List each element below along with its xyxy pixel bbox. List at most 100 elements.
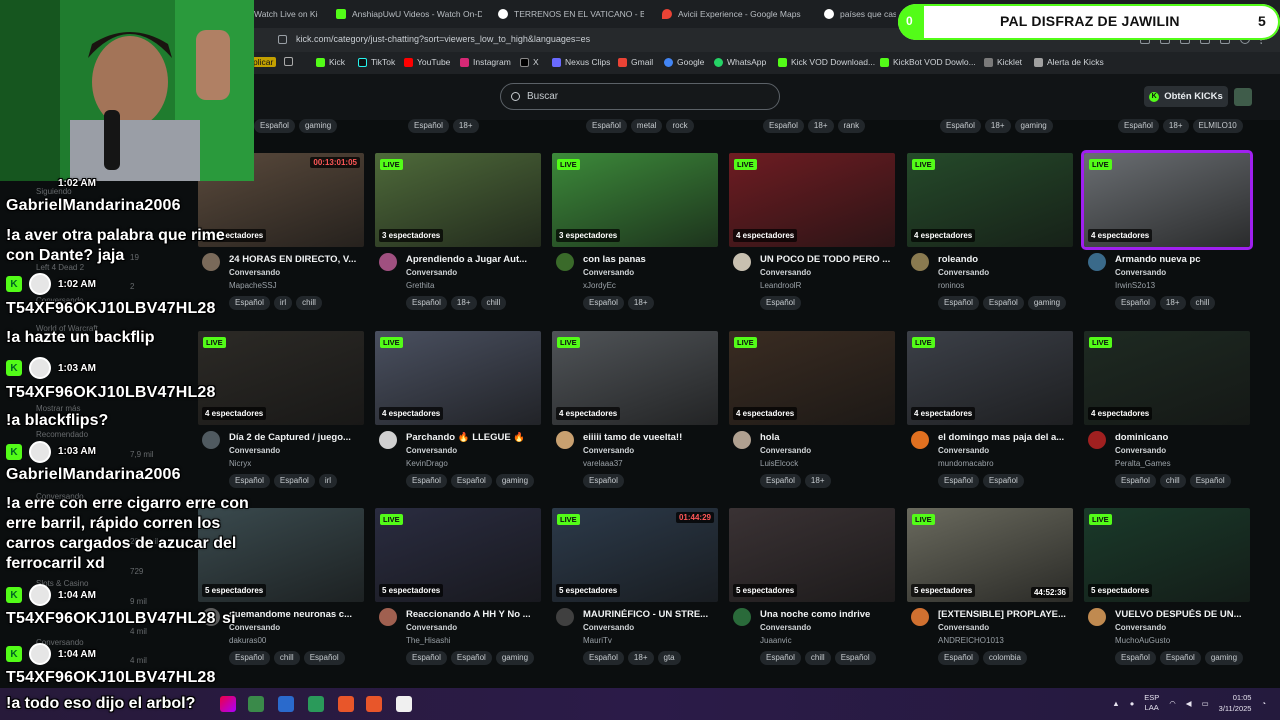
- tag-chip[interactable]: Español: [583, 651, 624, 665]
- language-indicator[interactable]: ESP LAA: [1144, 693, 1159, 713]
- app-icon[interactable]: [308, 696, 324, 712]
- streamer-name[interactable]: LuisElcock: [760, 459, 798, 468]
- tab-avicii-maps[interactable]: Avicii Experience - Google Maps: [662, 4, 812, 24]
- bookmark-kickbot[interactable]: KickBot VOD Dowlo...: [880, 57, 976, 67]
- url-field[interactable]: kick.com/category/just-chatting?sort=vie…: [296, 34, 590, 44]
- stream-card[interactable]: 5 espectadores Una noche como indrive Conv…: [729, 508, 895, 678]
- stream-card[interactable]: LIVE 4 espectadores dominicano Conversando P…: [1084, 331, 1250, 501]
- tag-chip[interactable]: Español: [1118, 119, 1159, 133]
- tag-chip[interactable]: Español: [273, 474, 315, 488]
- tag-chip[interactable]: Español: [583, 296, 624, 310]
- tag-chip[interactable]: Español: [938, 474, 979, 488]
- stream-thumbnail[interactable]: LIVE 01:44:29 5 espectadores: [552, 508, 718, 602]
- bookmark-nexus-clips[interactable]: Nexus Clips: [552, 57, 610, 67]
- streamer-name[interactable]: Juaanvic: [760, 636, 792, 645]
- streamer-avatar[interactable]: [911, 431, 929, 449]
- stream-thumbnail[interactable]: LIVE 4 espectadores: [907, 153, 1073, 247]
- stream-thumbnail[interactable]: LIVE 4 espectadores: [1081, 150, 1253, 250]
- stream-category[interactable]: Conversando: [1115, 446, 1166, 455]
- bookmark-youtube[interactable]: YouTube: [404, 57, 450, 67]
- tag-chip[interactable]: chill: [273, 651, 300, 665]
- stream-title[interactable]: [EXTENSIBLE] PROPLAYE...: [938, 609, 1073, 620]
- stream-category[interactable]: Conversando: [406, 623, 457, 632]
- tag-chip[interactable]: rank: [837, 119, 866, 133]
- user-avatar[interactable]: [1234, 88, 1252, 106]
- stream-title[interactable]: con las panas: [583, 254, 718, 265]
- tag-chip[interactable]: irl: [318, 474, 338, 488]
- tag-chip[interactable]: metal: [630, 119, 663, 133]
- stream-card[interactable]: LIVE 4 espectadores Armando nueva pc Conver…: [1081, 150, 1253, 323]
- tag-chip[interactable]: chill: [296, 296, 322, 310]
- stream-category[interactable]: Conversando: [1115, 268, 1166, 277]
- tag-chip[interactable]: Español: [1189, 474, 1231, 488]
- stream-category[interactable]: Conversando: [583, 268, 634, 277]
- tag-chip[interactable]: Español: [760, 296, 801, 310]
- tag-chip[interactable]: Español: [940, 119, 981, 133]
- stream-thumbnail[interactable]: LIVE 5 espectadores: [1084, 508, 1250, 602]
- streamer-name[interactable]: The_Hisashi: [406, 636, 450, 645]
- streamer-avatar[interactable]: [556, 608, 574, 626]
- stream-thumbnail[interactable]: LIVE 4 espectadores: [552, 331, 718, 425]
- bookmark-kick[interactable]: Kick: [316, 57, 345, 67]
- stream-thumbnail[interactable]: LIVE 4 espectadores: [375, 331, 541, 425]
- tag-chip[interactable]: Español: [938, 296, 979, 310]
- bookmark-grid[interactable]: [284, 57, 293, 66]
- streamer-name[interactable]: xJordyEc: [583, 281, 616, 290]
- stream-thumbnail[interactable]: LIVE 3 espectadores: [552, 153, 718, 247]
- app-icon[interactable]: [278, 696, 294, 712]
- battery-icon[interactable]: ▭: [1202, 699, 1209, 708]
- stream-category[interactable]: Conversando: [938, 446, 989, 455]
- tag-chip[interactable]: Español: [834, 651, 876, 665]
- tag-chip[interactable]: Español: [406, 474, 447, 488]
- stream-title[interactable]: MAURINÉFICO - UN STRE...: [583, 609, 718, 620]
- stream-title[interactable]: VUELVO DESPUÉS DE UN...: [1115, 609, 1250, 620]
- bookmark-instagram[interactable]: Instagram: [460, 57, 511, 67]
- streamer-avatar[interactable]: [379, 608, 397, 626]
- stream-title[interactable]: eiiiii tamo de vueelta!!: [583, 432, 718, 443]
- tag-chip[interactable]: 18+: [627, 651, 654, 665]
- tag-chip[interactable]: 18+: [807, 119, 834, 133]
- stream-category[interactable]: Conversando: [583, 623, 634, 632]
- microphone-icon[interactable]: ●: [1130, 699, 1135, 708]
- tab-vaticano[interactable]: TERRENOS EN EL VATICANO - Busca: [498, 4, 644, 24]
- volume-icon[interactable]: ◀: [1186, 699, 1192, 708]
- stream-title[interactable]: Reaccionando A HH Y No ...: [406, 609, 541, 620]
- tag-chip[interactable]: Español: [450, 651, 492, 665]
- stream-category[interactable]: Conversando: [583, 446, 634, 455]
- stream-thumbnail[interactable]: LIVE 5 espectadores: [375, 508, 541, 602]
- tag-chip[interactable]: gaming: [1014, 119, 1053, 133]
- tag-chip[interactable]: Español: [406, 296, 447, 310]
- tag-chip[interactable]: chill: [1159, 474, 1186, 488]
- stream-card[interactable]: LIVE 4 espectadores UN POCO DE TODO PERO .…: [729, 153, 895, 323]
- tag-chip[interactable]: 18+: [1162, 119, 1189, 133]
- wifi-icon[interactable]: ◠: [1169, 699, 1176, 708]
- stream-title[interactable]: Aprendiendo a Jugar Aut...: [406, 254, 541, 265]
- brave-icon[interactable]: [338, 696, 354, 712]
- tag-chip[interactable]: rock: [666, 119, 694, 133]
- tag-chip[interactable]: Español: [760, 474, 801, 488]
- file-icon[interactable]: [396, 696, 412, 712]
- tag-chip[interactable]: Español: [1115, 651, 1156, 665]
- streamer-avatar[interactable]: [1088, 608, 1106, 626]
- streamer-avatar[interactable]: [1088, 431, 1106, 449]
- tag-chip[interactable]: Español: [408, 119, 449, 133]
- stream-category[interactable]: Conversando: [760, 446, 811, 455]
- tab-paises[interactable]: países que casi n: [824, 4, 896, 24]
- tag-chip[interactable]: Español: [583, 474, 624, 488]
- stream-category[interactable]: Conversando: [760, 623, 811, 632]
- brave-icon[interactable]: [366, 696, 382, 712]
- tag-chip[interactable]: Español: [1159, 651, 1201, 665]
- bookmark-x[interactable]: X: [520, 57, 539, 67]
- tag-chip[interactable]: gaming: [1027, 296, 1067, 310]
- stream-category[interactable]: Conversando: [938, 268, 989, 277]
- streamer-avatar[interactable]: [379, 253, 397, 271]
- bookmark-google[interactable]: Google: [664, 57, 704, 67]
- tag-chip[interactable]: chill: [480, 296, 507, 310]
- tag-chip[interactable]: Español: [982, 296, 1024, 310]
- streamer-name[interactable]: MauriTv: [583, 636, 612, 645]
- streamer-name[interactable]: IrwinS2o13: [1115, 281, 1155, 290]
- stream-title[interactable]: el domingo mas paja del a...: [938, 432, 1073, 443]
- stream-title[interactable]: Armando nueva pc: [1115, 254, 1250, 265]
- stream-card[interactable]: LIVE 5 espectadores VUELVO DESPUÉS DE UN..…: [1084, 508, 1250, 678]
- tag-chip[interactable]: 18+: [804, 474, 831, 488]
